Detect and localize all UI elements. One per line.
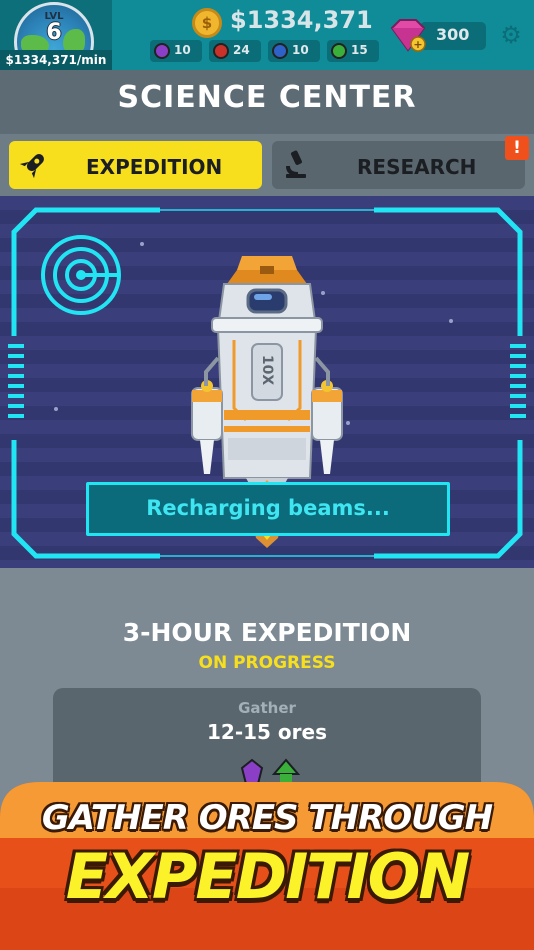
ore-value: 10 bbox=[174, 43, 191, 57]
tab-research-label: RESEARCH bbox=[357, 155, 477, 179]
rocket-icon bbox=[19, 154, 44, 179]
gear-icon[interactable]: ⚙ bbox=[498, 22, 524, 48]
banner-headline: EXPEDITION bbox=[65, 840, 470, 913]
ore-value: 15 bbox=[351, 43, 368, 57]
purple-ore-icon bbox=[154, 43, 170, 59]
page-title: SCIENCE CENTER bbox=[117, 80, 417, 115]
svg-text:+: + bbox=[413, 38, 422, 51]
level-number: 6 bbox=[46, 20, 62, 45]
banner-tagline: GATHER ORES THROUGH bbox=[41, 798, 493, 838]
microscope-icon bbox=[286, 150, 306, 178]
expedition-title: 3-HOUR EXPEDITION bbox=[122, 618, 412, 647]
svg-text:10X: 10X bbox=[259, 355, 275, 385]
ore-value: 24 bbox=[233, 43, 250, 57]
gem-total: 300 bbox=[436, 25, 470, 44]
radar-icon bbox=[41, 235, 121, 315]
ore-value: 10 bbox=[292, 43, 309, 57]
alert-badge: ! bbox=[505, 136, 529, 160]
ore-counter-purple: 10 bbox=[150, 40, 202, 62]
ore-counter-blue: 10 bbox=[268, 40, 320, 62]
pink-diamond-icon[interactable]: + bbox=[388, 18, 428, 52]
status-text: Recharging beams... bbox=[146, 496, 390, 520]
dollar-coin-icon: $ bbox=[192, 8, 222, 38]
blue-ore-icon bbox=[272, 43, 288, 59]
app-root: LVL 6 $1334,371/min $ $1334,371 10 24 10… bbox=[0, 0, 534, 950]
expedition-status: ON PROGRESS bbox=[198, 653, 336, 673]
reward-card-label: Gather bbox=[238, 699, 296, 717]
reward-card-value: 12-15 ores bbox=[207, 720, 327, 744]
income-rate: $1334,371/min bbox=[0, 50, 112, 70]
money-total: $1334,371 bbox=[230, 6, 373, 34]
green-ore-icon bbox=[331, 43, 347, 59]
level-panel[interactable]: LVL 6 $1334,371/min bbox=[0, 0, 112, 82]
ore-counter-red: 24 bbox=[209, 40, 261, 62]
tab-expedition-label: EXPEDITION bbox=[86, 155, 223, 179]
red-ore-icon bbox=[213, 43, 229, 59]
ore-counter-green: 15 bbox=[327, 40, 379, 62]
